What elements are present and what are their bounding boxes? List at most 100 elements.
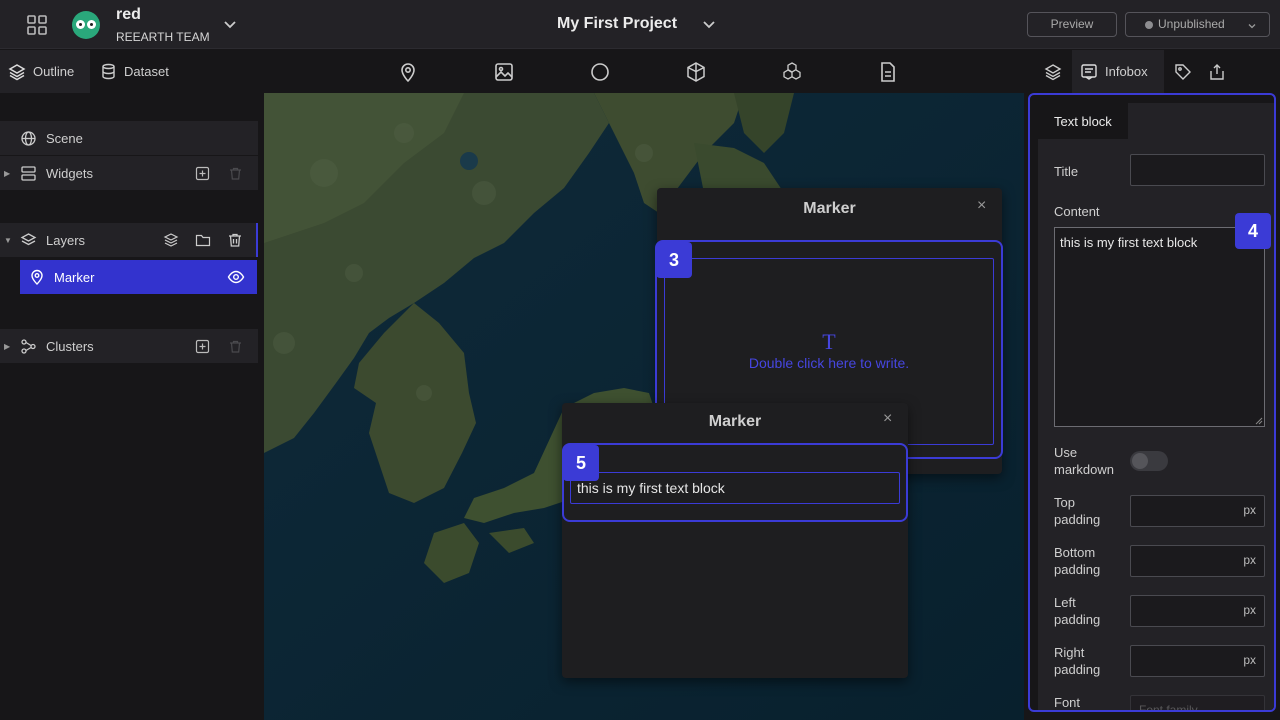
export-icon bbox=[1210, 63, 1224, 80]
trash-icon bbox=[230, 340, 241, 353]
tab-scene-layers[interactable] bbox=[1044, 50, 1069, 93]
map-viewport[interactable]: Marker × T Double click here to write. 3… bbox=[264, 93, 1024, 720]
outline-item-clusters[interactable]: ▶ Clusters bbox=[0, 329, 258, 363]
outline-item-marker[interactable]: Marker bbox=[20, 260, 257, 294]
font-family-select[interactable]: Font family bbox=[1130, 695, 1265, 712]
step-badge: 5 bbox=[563, 445, 599, 481]
apps-grid-icon[interactable] bbox=[26, 14, 48, 36]
caret-right-icon[interactable]: ▶ bbox=[4, 342, 10, 351]
tag-icon bbox=[1175, 63, 1191, 80]
left-padding-field[interactable]: px bbox=[1130, 595, 1265, 627]
header-bar: red REEARTH TEAM My First Project Previe… bbox=[0, 0, 1280, 49]
bottom-padding-field[interactable]: px bbox=[1130, 545, 1265, 577]
publish-status-button[interactable]: Unpublished bbox=[1125, 12, 1270, 37]
database-icon bbox=[102, 63, 115, 80]
trash-icon bbox=[230, 167, 241, 180]
tab-infobox[interactable]: Infobox bbox=[1072, 50, 1164, 93]
infobox-title: Marker bbox=[803, 200, 856, 217]
caret-right-icon[interactable]: ▶ bbox=[4, 169, 10, 178]
outline-panel: Scene ▶ Widgets ▼ Layers Marker ▶ Cluste… bbox=[0, 93, 258, 720]
unit-label: px bbox=[1243, 503, 1256, 517]
globe-icon bbox=[21, 130, 36, 146]
tab-tags[interactable] bbox=[1174, 50, 1199, 93]
publish-status-label: Unpublished bbox=[1158, 17, 1225, 31]
project-title[interactable]: My First Project bbox=[557, 15, 677, 33]
photo-icon[interactable] bbox=[493, 61, 515, 83]
infobox-title: Marker bbox=[708, 413, 762, 430]
app-root: red REEARTH TEAM My First Project Previe… bbox=[0, 0, 1280, 720]
workspace-team[interactable]: REEARTH TEAM bbox=[116, 30, 210, 44]
tab-infobox-label: Infobox bbox=[1105, 64, 1148, 79]
outline-item-layers[interactable]: ▼ Layers bbox=[0, 223, 258, 257]
title-label: Title bbox=[1054, 164, 1079, 179]
3d-model-icon[interactable] bbox=[685, 61, 707, 83]
content-label: Content bbox=[1054, 204, 1100, 219]
content-textarea[interactable]: this is my first text block bbox=[1054, 227, 1265, 427]
text-type-icon: T bbox=[822, 329, 836, 354]
placeholder-text: Double click here to write. bbox=[748, 355, 910, 371]
markdown-label: Use markdown bbox=[1054, 445, 1114, 477]
cluster-icon bbox=[21, 338, 36, 354]
font-placeholder: Font family bbox=[1139, 703, 1198, 712]
close-icon[interactable]: × bbox=[883, 410, 892, 428]
toolbar: Outline Dataset Infobox bbox=[0, 50, 1280, 93]
cluster-icon[interactable] bbox=[781, 61, 803, 83]
close-icon[interactable]: × bbox=[977, 197, 986, 215]
layers-icon bbox=[8, 63, 26, 80]
right-padding-field[interactable]: px bbox=[1130, 645, 1265, 677]
right-padding-label: Right padding bbox=[1054, 645, 1101, 677]
top-padding-label: Top padding bbox=[1054, 495, 1101, 527]
tab-dataset[interactable]: Dataset bbox=[100, 50, 169, 93]
widgets-icon bbox=[21, 165, 36, 181]
marker-icon[interactable] bbox=[397, 61, 419, 83]
preview-button[interactable]: Preview bbox=[1027, 12, 1117, 37]
infobox-marker-front: Marker × this is my first text block 5 bbox=[562, 403, 908, 678]
step-badge: 3 bbox=[656, 242, 692, 278]
property-panel: Text block Title Content this is my firs… bbox=[1028, 93, 1276, 712]
bottom-padding-label: Bottom padding bbox=[1054, 545, 1101, 577]
circle-icon[interactable] bbox=[589, 61, 611, 83]
unit-label: px bbox=[1243, 553, 1256, 567]
workspace-avatar[interactable] bbox=[72, 11, 100, 39]
top-padding-field[interactable]: px bbox=[1130, 495, 1265, 527]
resize-handle-icon[interactable] bbox=[1255, 417, 1263, 425]
unit-label: px bbox=[1243, 653, 1256, 667]
eye-icon[interactable] bbox=[227, 268, 245, 286]
caret-down-icon[interactable]: ▼ bbox=[4, 236, 12, 245]
tab-export[interactable] bbox=[1208, 50, 1233, 93]
layers-icon bbox=[1044, 63, 1062, 80]
outline-item-label: Widgets bbox=[46, 165, 93, 181]
chevron-down-icon bbox=[1247, 21, 1257, 31]
outline-item-label: Scene bbox=[46, 130, 83, 146]
folder-icon[interactable] bbox=[195, 232, 211, 248]
outline-item-label: Clusters bbox=[46, 338, 94, 354]
trash-icon[interactable] bbox=[227, 232, 243, 248]
font-label: Font bbox=[1054, 695, 1081, 710]
layers-icon bbox=[20, 232, 37, 245]
markdown-toggle[interactable] bbox=[1130, 451, 1168, 471]
outline-item-scene[interactable]: Scene bbox=[0, 121, 258, 155]
file-icon[interactable] bbox=[877, 61, 899, 83]
left-padding-label: Left padding bbox=[1054, 595, 1101, 627]
step-badge: 4 bbox=[1235, 213, 1271, 249]
chevron-down-icon[interactable] bbox=[701, 16, 717, 32]
outline-item-label: Marker bbox=[54, 269, 95, 285]
infobox-icon bbox=[1081, 63, 1097, 80]
title-field[interactable] bbox=[1130, 154, 1265, 186]
tab-text-block[interactable]: Text block bbox=[1038, 103, 1128, 139]
property-tabbar: Text block bbox=[1038, 103, 1274, 139]
text-block[interactable]: this is my first text block bbox=[570, 472, 900, 504]
unit-label: px bbox=[1243, 603, 1256, 617]
status-dot-icon bbox=[1145, 21, 1153, 29]
chevron-down-icon[interactable] bbox=[222, 16, 238, 32]
add-cluster-icon[interactable] bbox=[195, 339, 210, 354]
tab-outline-label: Outline bbox=[33, 64, 75, 79]
add-layer-icon[interactable] bbox=[163, 232, 179, 248]
outline-item-label: Layers bbox=[46, 232, 86, 248]
tab-dataset-label: Dataset bbox=[124, 64, 169, 79]
outline-item-widgets[interactable]: ▶ Widgets bbox=[0, 156, 258, 190]
add-widget-icon[interactable] bbox=[195, 166, 210, 181]
workspace-name[interactable]: red bbox=[116, 6, 141, 24]
tab-outline[interactable]: Outline bbox=[0, 50, 90, 93]
marker-icon bbox=[31, 269, 43, 285]
